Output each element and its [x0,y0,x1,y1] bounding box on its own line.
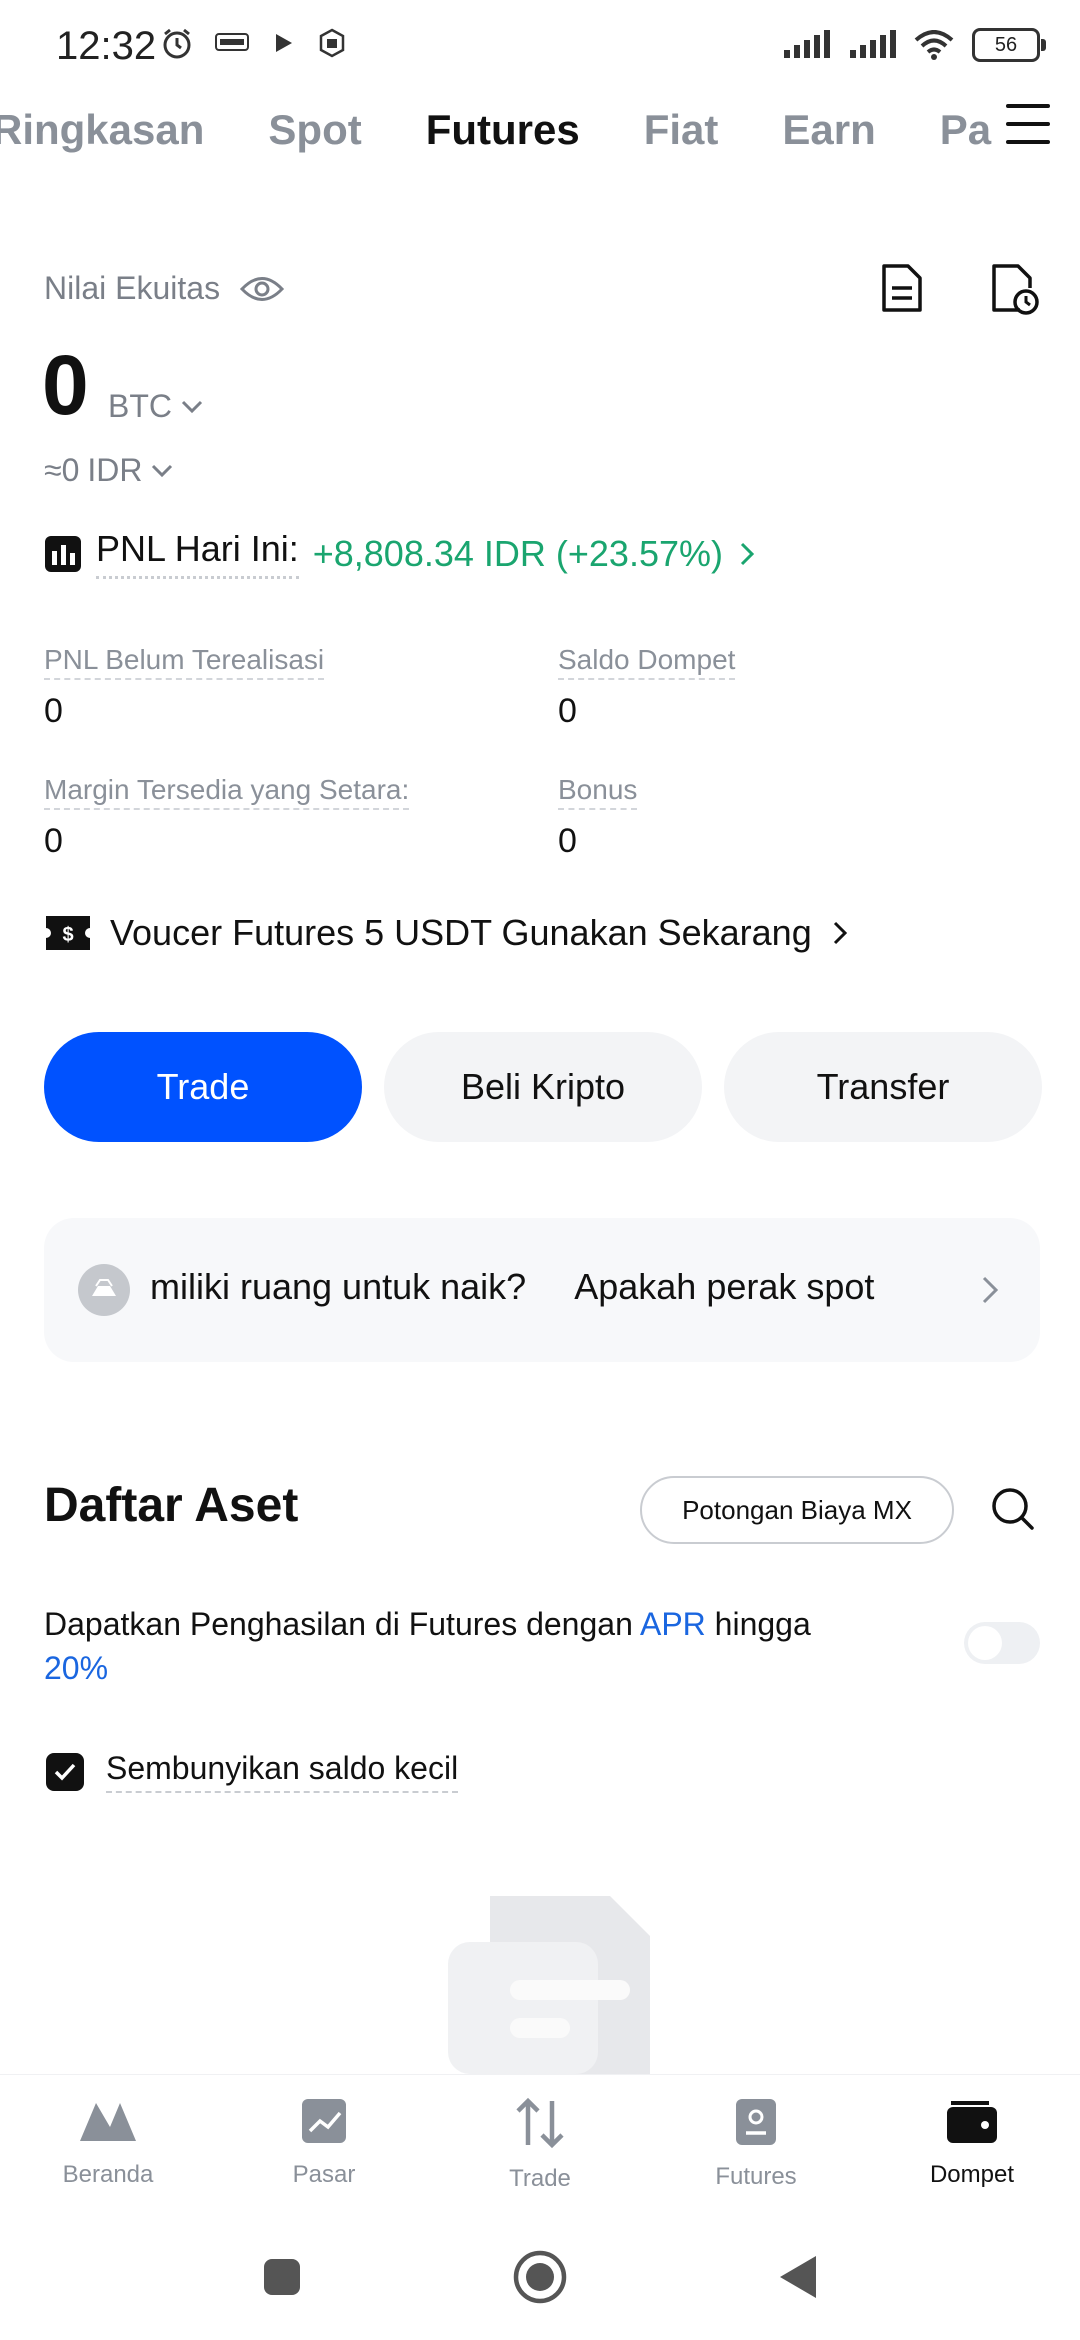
nav-trade-label: Trade [509,2165,571,2192]
nav-wallet[interactable]: Dompet [864,2075,1080,2215]
earn-text-mid: hingga [705,1606,811,1642]
bonus-value: 0 [558,822,577,860]
menu-icon[interactable] [1006,104,1050,144]
unrealized-pnl-value: 0 [44,692,63,730]
back-icon[interactable] [778,2254,818,2300]
wallet-balance-value: 0 [558,692,577,730]
signal-icon-2 [850,30,896,58]
currency-label: BTC [108,388,172,424]
currency-selector[interactable]: BTC [108,388,204,425]
chevron-right-icon [982,1276,999,1304]
pnl-today-row[interactable]: PNL Hari Ini: +8,808.34 IDR (+23.57%) [44,528,757,579]
chevron-down-icon [181,400,203,413]
tab-spot[interactable]: Spot [268,106,361,154]
buy-crypto-button[interactable]: Beli Kripto [384,1032,702,1142]
approx-value: ≈0 [44,452,80,488]
voucher-text: Voucer Futures 5 USDT Gunakan Sekarang [110,912,812,953]
unrealized-pnl: PNL Belum Terealisasi 0 [44,644,325,731]
check-icon [54,1763,76,1781]
transfer-button[interactable]: Transfer [724,1032,1042,1142]
wallet-balance: Saldo Dompet 0 [558,644,736,731]
nav-market[interactable]: Pasar [216,2075,432,2215]
nav-wallet-label: Dompet [929,2161,1015,2188]
bar-chart-icon [45,535,81,572]
bonus-label[interactable]: Bonus [558,774,638,810]
alarm-icon [163,28,191,59]
tab-ringkasan[interactable]: Ringkasan [0,106,204,154]
wallet-icon [947,2101,997,2143]
nav-futures-label: Futures [715,2163,797,2190]
empty-state-document-icon [448,1896,650,2074]
chevron-down-icon [152,464,173,477]
svg-text:$: $ [62,924,73,946]
status-time: 12:32 [56,24,157,68]
record-clock-icon[interactable] [990,262,1040,316]
hide-small-checkbox[interactable] [46,1752,84,1791]
earn-text-prefix: Dapatkan Penghasilan di Futures dengan [44,1606,640,1642]
recents-icon[interactable] [262,2257,302,2297]
earn-toggle[interactable] [964,1622,1040,1664]
home-icon[interactable] [512,2249,568,2305]
mx-fee-discount-chip[interactable]: Potongan Biaya MX [640,1476,954,1544]
nav-trade[interactable]: Trade [432,2075,648,2215]
tab-pas[interactable]: Pas [940,106,992,154]
pnl-value: +8,808.34 IDR (+23.57%) [312,532,723,574]
bottom-navigation: Beranda Pasar Trade Futures Dompet [0,2074,1080,2215]
mi-app-icon [319,28,345,58]
fiat-selector[interactable]: ≈0 IDR [44,452,174,489]
wifi-icon [914,30,954,60]
earn-apr-text: Dapatkan Penghasilan di Futures dengan A… [44,1602,904,1690]
available-margin-value: 0 [44,822,63,860]
play-store-icon [276,34,292,52]
search-icon[interactable] [990,1486,1036,1532]
wallet-tabs: Ringkasan Spot Futures Fiat Earn Pas [0,100,992,160]
apr-rate: 20% [44,1650,109,1686]
chevron-right-icon [740,542,755,565]
nav-futures[interactable]: Futures [648,2075,864,2215]
battery-icon: 56 [972,28,1046,62]
status-notification-icons [160,26,348,60]
history-document-icon[interactable] [880,262,924,314]
pnl-label: PNL Hari Ini: [96,528,299,579]
trade-button[interactable]: Trade [44,1032,362,1142]
eye-icon[interactable] [240,274,285,304]
silver-bar-icon [78,1264,130,1316]
nav-home-label: Beranda [62,2161,154,2188]
tab-futures[interactable]: Futures [426,106,580,154]
nav-home[interactable]: Beranda [0,2075,216,2215]
system-navigation [0,2214,1080,2340]
news-app-icon [215,33,249,51]
hide-small-label: Sembunyikan saldo kecil [106,1750,459,1793]
voucher-banner[interactable]: $ Voucer Futures 5 USDT Gunakan Sekarang [44,912,850,954]
apr-link[interactable]: APR [640,1606,706,1642]
nav-market-label: Pasar [292,2161,356,2188]
trade-arrows-icon [516,2097,564,2149]
available-margin-label[interactable]: Margin Tersedia yang Setara: [44,774,410,810]
tab-earn[interactable]: Earn [782,106,875,154]
tab-fiat[interactable]: Fiat [644,106,719,154]
banner-text: miliki ruang untuk naik? Apakah perak sp… [150,1266,875,1307]
equity-value: 0 [42,338,89,432]
market-chart-icon [302,2099,346,2143]
equity-label-row: Nilai Ekuitas [44,270,285,307]
mexc-logo-icon [80,2103,136,2141]
status-right-icons: 56 [782,28,1046,62]
news-banner[interactable]: miliki ruang untuk naik? Apakah perak sp… [44,1218,1040,1362]
voucher-ticket-icon: $ [46,916,90,950]
bonus: Bonus 0 [558,774,638,861]
asset-list-title: Daftar Aset [44,1479,299,1532]
futures-icon [736,2099,776,2145]
wallet-balance-label[interactable]: Saldo Dompet [558,644,736,680]
signal-icon [784,30,830,58]
equity-label: Nilai Ekuitas [44,270,221,306]
available-margin: Margin Tersedia yang Setara: 0 [44,774,410,861]
hide-small-balance-row[interactable]: Sembunyikan saldo kecil [46,1750,459,1793]
fiat-label: IDR [87,452,143,488]
unrealized-pnl-label[interactable]: PNL Belum Terealisasi [44,644,325,680]
chevron-right-icon [833,921,847,945]
